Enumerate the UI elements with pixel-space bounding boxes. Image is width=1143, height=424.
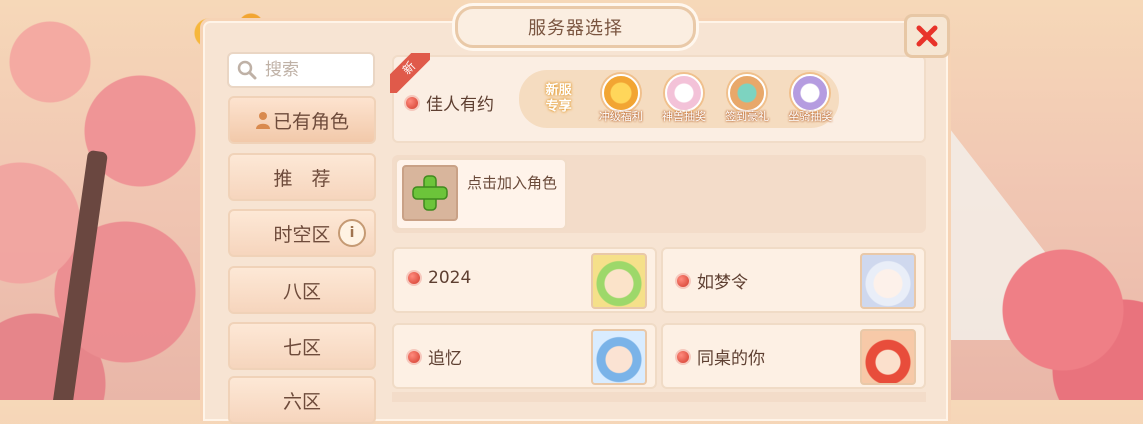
promo-label: 神兽抽奖 — [662, 110, 706, 123]
sidebar-item-label: 七区 — [282, 336, 321, 359]
promo-beast-lottery[interactable]: 神兽抽奖 — [655, 74, 712, 124]
sidebar-item-recommended[interactable]: 推 荐 — [228, 153, 376, 201]
status-dot-icon — [675, 348, 691, 365]
avatar — [860, 329, 916, 385]
person-icon — [255, 112, 270, 129]
server-card[interactable]: 同桌的你 — [661, 323, 926, 389]
server-name: 如梦令 — [697, 273, 748, 293]
server-card[interactable]: 2024 — [392, 247, 657, 313]
promo-tag-line: 新服 — [545, 83, 572, 98]
title-plate: 服务器选择 — [455, 6, 696, 48]
search-box[interactable] — [227, 52, 375, 88]
server-name: 同桌的你 — [697, 349, 765, 369]
sidebar-item-zone-6[interactable]: 六区 — [228, 376, 376, 424]
sidebar-item-label: 六区 — [282, 390, 321, 413]
add-role-icon-box — [402, 165, 458, 221]
new-server-exclusive-tag: 新服 专享 — [531, 75, 586, 123]
search-icon — [237, 60, 257, 80]
sidebar-item-zone-7[interactable]: 七区 — [228, 322, 376, 370]
egg-icon — [665, 74, 703, 112]
recommended-server-name: 佳人有约 — [404, 90, 494, 115]
plus-icon — [412, 175, 448, 211]
sidebar-item-label: 八区 — [282, 280, 321, 303]
info-icon[interactable]: i — [338, 219, 366, 247]
server-name: 2024 — [428, 268, 472, 288]
search-input[interactable] — [263, 59, 367, 81]
avatar — [591, 329, 647, 385]
sidebar-item-zone-8[interactable]: 八区 — [228, 266, 376, 314]
promo-mount-lottery[interactable]: 坐骑抽奖 — [782, 74, 839, 124]
new-badge-label: 新 — [390, 53, 430, 93]
server-name-label: 佳人有约 — [426, 95, 494, 115]
sidebar-item-label: 时空区 — [273, 223, 331, 246]
promo-label: 坐骑抽奖 — [788, 110, 833, 123]
gold-ingot-icon — [601, 74, 640, 112]
status-dot-icon — [675, 272, 691, 289]
sidebar-item-label: 推 荐 — [273, 167, 331, 190]
status-dot-icon — [404, 94, 420, 111]
gift-icon — [728, 74, 767, 112]
promo-label: 签到豪礼 — [725, 110, 770, 123]
avatar — [860, 253, 916, 309]
avatar — [591, 253, 647, 309]
unicorn-icon — [791, 74, 830, 112]
promo-level-up-reward[interactable]: 冲级福利 — [592, 74, 649, 124]
server-card[interactable]: 如梦令 — [661, 247, 926, 313]
list-bottom-edge — [392, 392, 926, 402]
status-dot-icon — [406, 270, 422, 286]
promo-tag-line: 专享 — [545, 99, 572, 114]
close-button[interactable] — [904, 14, 950, 58]
page-title: 服务器选择 — [528, 18, 623, 39]
blossom-tree-right — [983, 230, 1143, 400]
server-card[interactable]: 追忆 — [392, 323, 657, 389]
sidebar-item-label: 已有角色 — [272, 110, 349, 133]
close-icon — [916, 25, 938, 47]
server-name: 追忆 — [428, 349, 462, 369]
promo-signin-gift[interactable]: 签到豪礼 — [719, 74, 776, 124]
promo-bar: 新服 专享 冲级福利 神兽抽奖 签到豪礼 坐骑抽奖 — [519, 70, 839, 128]
add-role-label: 点击加入角色 — [467, 174, 558, 192]
sidebar-item-spacetime-zone[interactable]: 时空区 i — [228, 209, 376, 257]
promo-label: 冲级福利 — [598, 110, 643, 123]
sidebar-item-existing-roles[interactable]: 已有角色 — [228, 96, 376, 144]
new-badge: 新 — [390, 53, 430, 93]
status-dot-icon — [406, 348, 422, 365]
